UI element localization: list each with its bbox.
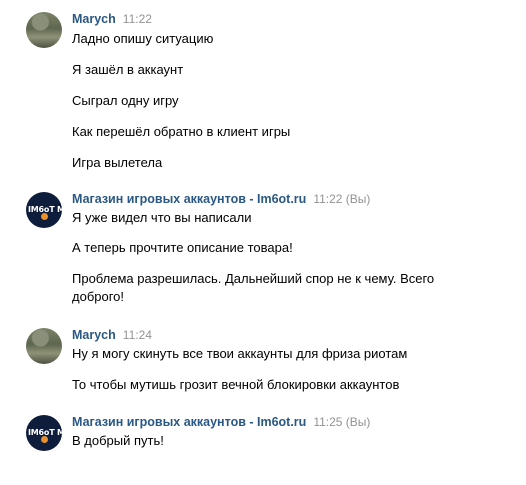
message-text: Проблема разрешилась. Дальнейший спор не… — [72, 271, 435, 304]
user-avatar[interactable] — [26, 328, 62, 364]
user-avatar[interactable] — [26, 12, 62, 48]
message-text: Я зашёл в аккаунт — [72, 62, 184, 77]
message-text: Я уже видел что вы написали — [72, 210, 252, 225]
author-name-link[interactable]: Магазин игровых аккаунтов - Im6ot.ru — [72, 192, 306, 206]
message-text: Ну я могу скинуть все твои аккаунты для … — [72, 346, 408, 361]
message-time: 11:25 (Вы) — [313, 415, 371, 429]
message-header: Marych 11:24 — [72, 327, 152, 342]
message-header: Магазин игровых аккаунтов - Im6ot.ru 11:2… — [72, 191, 370, 206]
message-text: Игра вылетела — [72, 155, 163, 170]
message-text: Ладно опишу ситуацию — [72, 31, 214, 46]
author-name-link[interactable]: Marych — [72, 328, 116, 342]
message-text: Сыграл одну игру — [72, 93, 179, 108]
shop-avatar[interactable]: IM6oT M — [26, 192, 62, 228]
message-time: 11:24 — [122, 328, 152, 342]
message-text: В добрый путь! — [72, 433, 164, 448]
message-text: А теперь прочтите описание товара! — [72, 240, 293, 255]
author-name-link[interactable]: Marych — [72, 12, 116, 26]
shop-logo-mark — [41, 213, 48, 220]
shop-avatar[interactable]: IM6oT M — [26, 415, 62, 451]
message-text: Как перешёл обратно в клиент игры — [72, 124, 291, 139]
shop-logo-mark — [41, 436, 48, 443]
message-time: 11:22 (Вы) — [313, 192, 371, 206]
message-header: Marych 11:22 — [72, 11, 152, 26]
message-header: Магазин игровых аккаунтов - Im6ot.ru 11:2… — [72, 414, 370, 429]
message-text: То чтобы мутишь грозит вечной блокировки… — [72, 377, 400, 392]
message-time: 11:22 — [122, 12, 152, 26]
author-name-link[interactable]: Магазин игровых аккаунтов - Im6ot.ru — [72, 415, 306, 429]
